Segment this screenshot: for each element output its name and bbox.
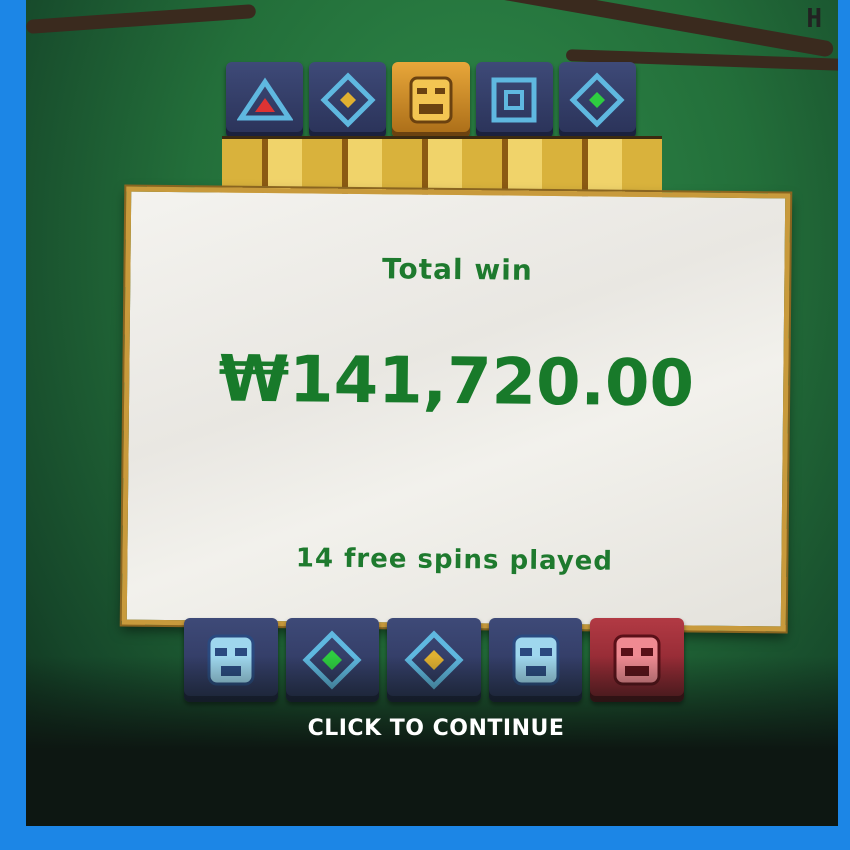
total-win-title: Total win	[381, 252, 533, 287]
provider-logo: H	[806, 4, 822, 34]
vine-decoration	[26, 3, 257, 35]
diamond-symbol-tile	[309, 62, 387, 138]
game-screen[interactable]: H Total win ₩141,720.00 14 free spins pl…	[26, 0, 838, 826]
triangle-icon	[236, 77, 293, 121]
square-icon	[491, 77, 537, 123]
diamond-icon	[320, 72, 376, 128]
total-win-amount: ₩141,720.00	[218, 342, 695, 422]
triangle-symbol-tile	[226, 62, 304, 138]
diamond-green-symbol-tile	[558, 62, 637, 138]
free-spins-summary: 14 free spins played	[295, 543, 614, 577]
gold-mask-symbol-tile	[392, 62, 470, 138]
click-to-continue-button[interactable]: CLICK TO CONTINUE	[226, 716, 646, 741]
square-symbol-tile	[475, 62, 553, 138]
diamond-icon	[569, 72, 625, 128]
total-win-panel: Total win ₩141,720.00 14 free spins play…	[121, 186, 791, 632]
bottom-shade	[26, 656, 838, 826]
top-reel-row	[226, 62, 637, 138]
gold-mask-icon	[409, 76, 453, 124]
vine-decoration	[447, 0, 835, 58]
